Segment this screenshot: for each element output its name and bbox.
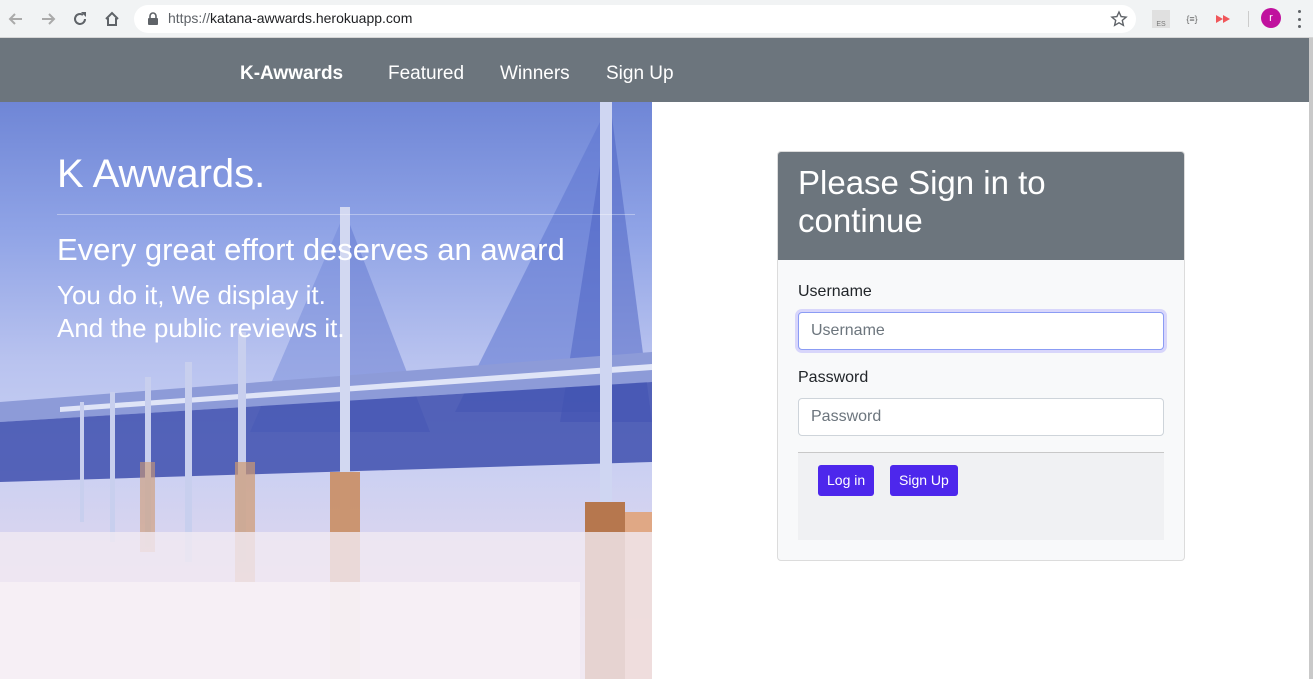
login-button[interactable]: Log in xyxy=(818,465,875,496)
nav-sign-up[interactable]: Sign Up xyxy=(606,63,674,85)
username-input[interactable] xyxy=(798,312,1164,350)
url-text: https://katana-awwards.herokuapp.com xyxy=(168,10,413,26)
back-icon[interactable] xyxy=(4,7,28,31)
profile-avatar[interactable]: r xyxy=(1261,8,1281,28)
username-label: Username xyxy=(798,283,872,300)
nav-featured[interactable]: Featured xyxy=(388,63,464,85)
password-label: Password xyxy=(798,369,869,386)
extension-json-icon[interactable]: {≡} xyxy=(1183,10,1201,28)
password-input[interactable] xyxy=(798,398,1164,436)
page-scrollbar[interactable] xyxy=(1309,38,1313,679)
lock-icon xyxy=(148,12,158,25)
brand-link[interactable]: K-Awwards xyxy=(240,63,343,85)
hero-line-2: And the public reviews it. xyxy=(57,313,345,343)
home-icon[interactable] xyxy=(100,7,124,31)
signin-card: Please Sign in to continue Username Pass… xyxy=(777,151,1185,561)
toolbar-separator xyxy=(1248,11,1249,27)
nav-winners[interactable]: Winners xyxy=(500,63,570,85)
signin-card-header: Please Sign in to continue xyxy=(778,152,1184,260)
signup-button[interactable]: Sign Up xyxy=(890,465,958,496)
address-bar[interactable]: https://katana-awwards.herokuapp.com xyxy=(134,5,1136,33)
bookmark-star-icon[interactable] xyxy=(1110,10,1128,28)
site-navbar: K-Awwards Featured Winners Sign Up xyxy=(0,38,1309,102)
signin-actions: Log in Sign Up xyxy=(798,452,1164,540)
browser-toolbar: https://katana-awwards.herokuapp.com ES … xyxy=(0,0,1313,38)
reload-icon[interactable] xyxy=(68,7,92,31)
hero-title: K Awwards. xyxy=(57,152,266,196)
extension-es-icon[interactable]: ES xyxy=(1152,10,1170,28)
hero-lead: Every great effort deserves an award xyxy=(57,232,565,267)
forward-icon[interactable] xyxy=(36,7,60,31)
hero-divider xyxy=(57,214,635,215)
browser-menu-icon[interactable] xyxy=(1296,10,1302,28)
hero-line-1: You do it, We display it. xyxy=(57,280,326,310)
signin-title: Please Sign in to continue xyxy=(798,164,1046,239)
extension-cast-icon[interactable] xyxy=(1214,10,1232,28)
hero-section: K Awwards. Every great effort deserves a… xyxy=(0,102,652,679)
page: K-Awwards Featured Winners Sign Up K Aww… xyxy=(0,38,1313,679)
